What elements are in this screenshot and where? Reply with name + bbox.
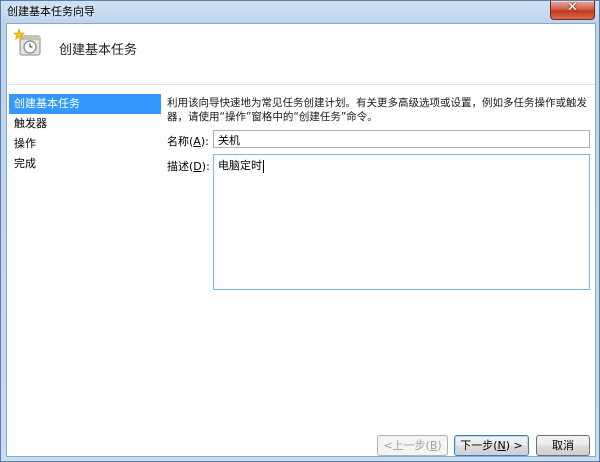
task-clock-icon <box>13 28 41 56</box>
close-icon: ✕ <box>567 0 578 15</box>
next-button[interactable]: 下一步(N) > <box>454 435 529 456</box>
nav-step-action[interactable]: 操作 <box>9 134 161 154</box>
title-bar[interactable]: 创建基本任务向导 ✕ <box>1 0 599 23</box>
nav-step-trigger[interactable]: 触发器 <box>9 114 161 134</box>
nav-step-finish[interactable]: 完成 <box>9 154 161 174</box>
name-label: 名称(A): <box>167 135 209 148</box>
description-label: 描述(D): <box>167 160 210 173</box>
nav-step-create-basic-task[interactable]: 创建基本任务 <box>9 94 161 114</box>
page-title: 创建基本任务 <box>59 43 138 58</box>
wizard-client-area: 创建基本任务 创建基本任务 触发器 操作 完成 利用该向导快速地为常见任务创建计… <box>6 23 596 457</box>
wizard-header: 创建基本任务 <box>7 24 595 84</box>
description-value: 电脑定时 <box>218 159 262 172</box>
header-divider <box>7 84 595 85</box>
window-title: 创建基本任务向导 <box>7 5 95 18</box>
wizard-steps-nav: 创建基本任务 触发器 操作 完成 <box>9 94 161 174</box>
back-button[interactable]: <上一步(B) <box>377 435 448 456</box>
text-cursor <box>263 159 264 173</box>
wizard-description: 利用该向导快速地为常见任务创建计划。有关更多高级选项或设置，例如多任务操作或触发… <box>167 97 587 123</box>
wizard-window: 创建基本任务向导 ✕ 创建基本任务 创建基本任务 触发器 操作 完成 利用该向导… <box>0 0 600 462</box>
name-input[interactable]: 关机 <box>213 130 590 148</box>
cancel-button[interactable]: 取消 <box>536 435 590 456</box>
description-textarea[interactable]: 电脑定时 <box>213 154 590 290</box>
close-button[interactable]: ✕ <box>550 0 595 20</box>
